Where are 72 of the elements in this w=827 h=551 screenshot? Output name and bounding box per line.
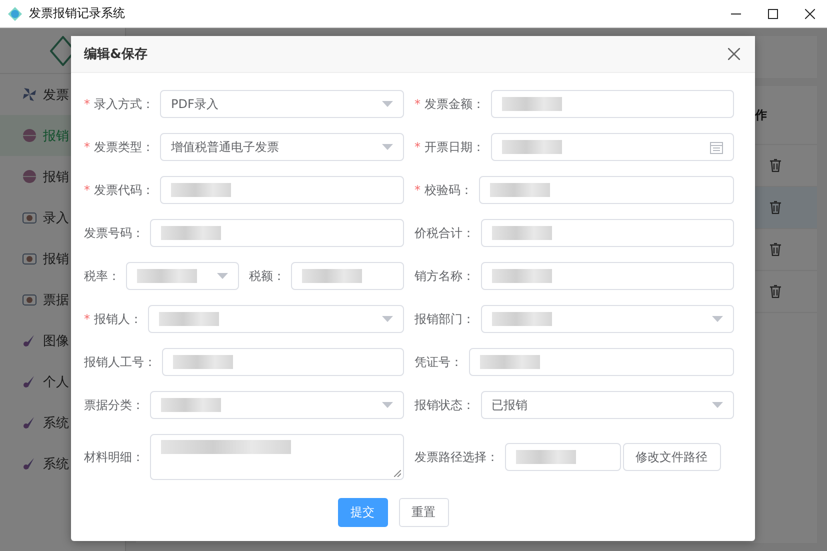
caret-icon	[382, 316, 392, 322]
field-label: 报销人：	[94, 310, 143, 328]
field-label: 销方名称：	[414, 268, 476, 284]
input-field[interactable]	[490, 90, 734, 118]
change-path-button[interactable]: 修改文件路径	[622, 443, 720, 471]
required-mark: *	[414, 140, 422, 154]
camera-icon	[22, 292, 37, 307]
path-field[interactable]	[504, 443, 620, 471]
app-icon	[7, 6, 23, 22]
field-label: 开票日期：	[424, 138, 486, 156]
trash-icon[interactable]	[770, 201, 781, 214]
caret-icon	[382, 402, 392, 408]
field-label: 材料明细：	[84, 448, 145, 466]
required-mark: *	[414, 183, 422, 197]
field-label: 票据分类：	[84, 396, 145, 414]
required-mark: *	[414, 97, 422, 111]
field-label: 税率：	[84, 268, 121, 284]
textarea-field[interactable]	[150, 434, 404, 480]
dialog-title: 编辑&保存	[84, 46, 148, 63]
input-field[interactable]	[480, 262, 734, 290]
field-label: 报销状态：	[414, 396, 476, 414]
field-label: 发票号码：	[84, 224, 145, 242]
caret-icon	[382, 144, 392, 150]
field-label: 校验码：	[424, 182, 474, 198]
select-field[interactable]	[126, 262, 239, 290]
field-label: 凭证号：	[414, 354, 464, 370]
input-field[interactable]	[150, 219, 404, 247]
trash-icon[interactable]	[770, 285, 781, 298]
input-field[interactable]	[478, 176, 734, 204]
trash-icon[interactable]	[770, 243, 781, 256]
required-mark: *	[84, 312, 91, 326]
column-header: 作	[755, 106, 767, 124]
select-field[interactable]: 已报销	[480, 391, 734, 419]
input-field[interactable]	[468, 348, 734, 376]
camera-icon	[22, 210, 37, 225]
reset-button[interactable]: 重置	[398, 498, 448, 527]
input-field[interactable]	[162, 348, 404, 376]
caret-icon	[712, 402, 723, 408]
field-label: 发票金额：	[424, 96, 486, 112]
caret-icon	[382, 101, 392, 107]
field-label: 录入方式：	[94, 96, 155, 112]
field-label: 发票代码：	[94, 182, 155, 198]
field-label: 发票路径选择：	[414, 448, 500, 466]
trash-icon[interactable]	[770, 159, 781, 172]
caret-icon	[712, 316, 723, 322]
field-label: 价税合计：	[414, 224, 476, 242]
bowl-icon	[22, 128, 37, 143]
input-field[interactable]	[290, 262, 404, 290]
select-field[interactable]	[150, 391, 404, 419]
select-field[interactable]	[148, 305, 404, 333]
camera-icon	[22, 251, 37, 266]
pinwheel-icon	[22, 87, 37, 102]
select-field[interactable]: PDF录入	[160, 90, 404, 118]
input-field[interactable]	[160, 176, 404, 204]
calendar-icon	[710, 140, 723, 154]
required-mark: *	[84, 183, 91, 197]
close-icon[interactable]	[805, 8, 815, 18]
select-field[interactable]: 增值税普通电子发票	[160, 133, 404, 161]
input-field[interactable]	[480, 219, 734, 247]
maximize-icon[interactable]	[768, 8, 778, 18]
window-title: 发票报销记录系统	[29, 5, 125, 22]
field-label: 报销人工号：	[84, 354, 157, 370]
submit-button[interactable]: 提交	[338, 498, 388, 527]
bowl-icon	[22, 169, 37, 184]
resize-grip-icon[interactable]	[394, 470, 400, 477]
required-mark: *	[84, 140, 91, 154]
caret-icon	[216, 273, 228, 279]
field-label: 税额：	[248, 268, 286, 284]
field-label: 报销部门：	[414, 310, 476, 328]
select-field[interactable]	[480, 305, 734, 333]
required-mark: *	[84, 97, 91, 111]
date-field[interactable]	[490, 133, 734, 161]
